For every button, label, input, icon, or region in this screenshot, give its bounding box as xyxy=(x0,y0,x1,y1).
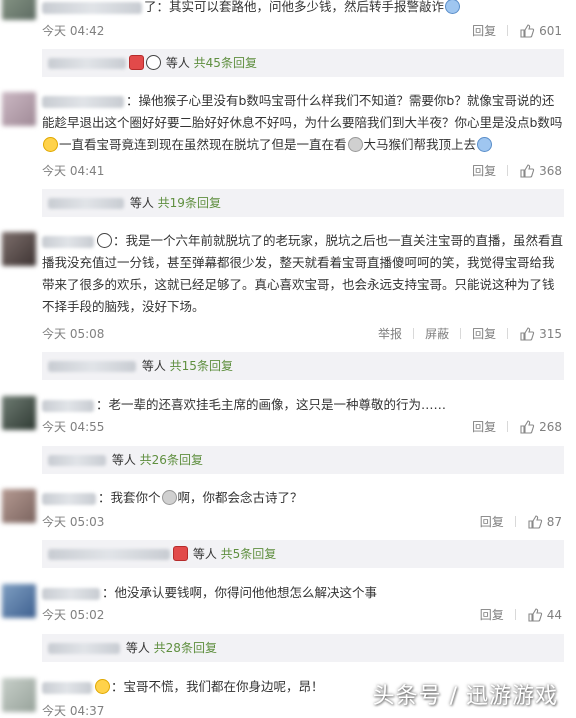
comment-text: ：操他猴子心里没有b数吗宝哥什么样我们不知道？需要你b？就像宝哥说的还能趁早退出… xyxy=(42,93,563,152)
emoji-icon xyxy=(95,679,110,694)
like-count: 44 xyxy=(546,607,562,622)
username-blurred[interactable] xyxy=(42,95,124,108)
comment-actions: 回复 44 xyxy=(480,606,562,623)
username-blurred xyxy=(48,58,126,69)
like-button[interactable]: 601 xyxy=(519,23,562,39)
like-button[interactable]: 368 xyxy=(519,163,562,179)
reply-button[interactable]: 回复 xyxy=(472,418,496,435)
divider xyxy=(507,165,509,176)
reply-summary[interactable]: 等人 共5条回复 xyxy=(42,540,564,568)
reply-count-link[interactable]: 共15条回复 xyxy=(170,359,233,373)
like-count: 315 xyxy=(539,326,562,341)
reply-count-link[interactable]: 共19条回复 xyxy=(158,196,221,210)
reply-summary[interactable]: 等人 共28条回复 xyxy=(42,634,564,662)
thumbs-up-icon xyxy=(520,419,535,434)
divider xyxy=(507,25,509,36)
watermark: 头条号 / 迅游游戏 xyxy=(372,684,558,709)
comment-text: ：我套你个 啊，你都会念古诗了？ xyxy=(42,487,564,509)
like-button[interactable]: 44 xyxy=(527,607,562,623)
divider xyxy=(413,328,415,339)
reply-button[interactable]: 回复 xyxy=(480,513,504,530)
reply-button[interactable]: 回复 xyxy=(480,606,504,623)
divider xyxy=(460,328,462,339)
avatar[interactable] xyxy=(2,678,36,712)
like-button[interactable]: 315 xyxy=(519,326,562,342)
reply-button[interactable]: 回复 xyxy=(472,162,496,179)
like-button[interactable]: 268 xyxy=(519,419,562,435)
comment-actions: 举报 屏蔽 回复 315 xyxy=(378,325,562,342)
like-count: 87 xyxy=(546,514,562,529)
username-blurred[interactable] xyxy=(42,681,92,694)
comment-text: ：我是一个六年前就脱坑了的老玩家，脱坑之后也一直关注宝哥的直播，虽然看直播我没充… xyxy=(42,233,564,314)
like-count: 368 xyxy=(539,163,562,178)
username-blurred xyxy=(48,549,170,560)
username-blurred xyxy=(48,198,124,209)
reply-summary[interactable]: 等人 共45条回复 xyxy=(42,49,564,77)
avatar[interactable] xyxy=(2,489,36,523)
panda-icon xyxy=(146,55,161,70)
comment-actions: 回复 368 xyxy=(472,162,562,179)
comment-time: 今天 05:03 xyxy=(42,515,105,529)
thumbs-up-icon xyxy=(528,607,542,622)
comment-actions: 回复 87 xyxy=(480,513,562,530)
username-blurred xyxy=(48,361,136,372)
block-button[interactable]: 屏蔽 xyxy=(425,325,449,342)
like-count: 268 xyxy=(539,419,562,434)
username-blurred[interactable] xyxy=(42,492,96,505)
username-blurred xyxy=(48,643,120,654)
reply-button[interactable]: 回复 xyxy=(472,22,496,39)
reply-summary[interactable]: 等人 共19条回复 xyxy=(42,189,564,217)
emoji-icon xyxy=(347,137,363,152)
reply-count-link[interactable]: 共5条回复 xyxy=(221,547,277,561)
username-blurred[interactable] xyxy=(42,1,142,14)
thumbs-up-icon xyxy=(520,163,535,178)
divider xyxy=(507,328,509,339)
avatar[interactable] xyxy=(2,584,36,618)
emoji-icon xyxy=(445,0,461,14)
comment-actions: 回复 268 xyxy=(472,418,562,435)
comment-actions: 回复 601 xyxy=(472,22,562,39)
comment-time: 今天 04:42 xyxy=(42,24,105,38)
thumbs-up-icon xyxy=(528,514,542,529)
reply-count-link[interactable]: 共28条回复 xyxy=(154,641,217,655)
emoji-icon xyxy=(161,490,177,505)
comment-time: 今天 05:02 xyxy=(42,608,105,622)
divider xyxy=(514,516,516,527)
username-blurred[interactable] xyxy=(42,399,94,412)
comment-text: ：老一辈的还喜欢挂毛主席的画像，这只是一种尊敬的行为…… xyxy=(42,394,564,416)
username-blurred[interactable] xyxy=(42,235,94,248)
comment-time: 今天 04:55 xyxy=(42,420,105,434)
comment-time: 今天 05:08 xyxy=(42,327,105,341)
heart-icon xyxy=(173,546,188,561)
divider xyxy=(514,609,516,620)
reply-summary[interactable]: 等人 共15条回复 xyxy=(42,352,564,380)
emoji-icon xyxy=(43,137,58,152)
divider xyxy=(507,421,509,432)
avatar[interactable] xyxy=(2,232,36,266)
username-blurred xyxy=(48,455,106,466)
reply-summary[interactable]: 等人 共26条回复 xyxy=(42,446,564,474)
username-blurred[interactable] xyxy=(42,587,100,600)
avatar[interactable] xyxy=(2,0,36,20)
reply-count-link[interactable]: 共45条回复 xyxy=(194,56,257,70)
comment-time: 今天 04:41 xyxy=(42,164,105,178)
comment-text: 了：其实可以套路他，问他多少钱，然后转手报警敲诈 xyxy=(42,0,564,18)
thumbs-up-icon xyxy=(520,23,535,38)
like-count: 601 xyxy=(539,23,562,38)
heart-icon xyxy=(129,55,144,70)
reply-count-link[interactable]: 共26条回复 xyxy=(140,453,203,467)
avatar[interactable] xyxy=(2,396,36,430)
comment-time: 今天 04:37 xyxy=(42,704,105,718)
panda-icon xyxy=(97,233,112,248)
comment-text: ：他没承认要钱啊，你得问他他想怎么解决这个事 xyxy=(42,582,564,604)
like-button[interactable]: 87 xyxy=(527,514,562,530)
reply-button[interactable]: 回复 xyxy=(472,325,496,342)
emoji-icon xyxy=(477,137,493,152)
thumbs-up-icon xyxy=(520,326,535,341)
avatar[interactable] xyxy=(2,92,36,126)
report-button[interactable]: 举报 xyxy=(378,325,402,342)
